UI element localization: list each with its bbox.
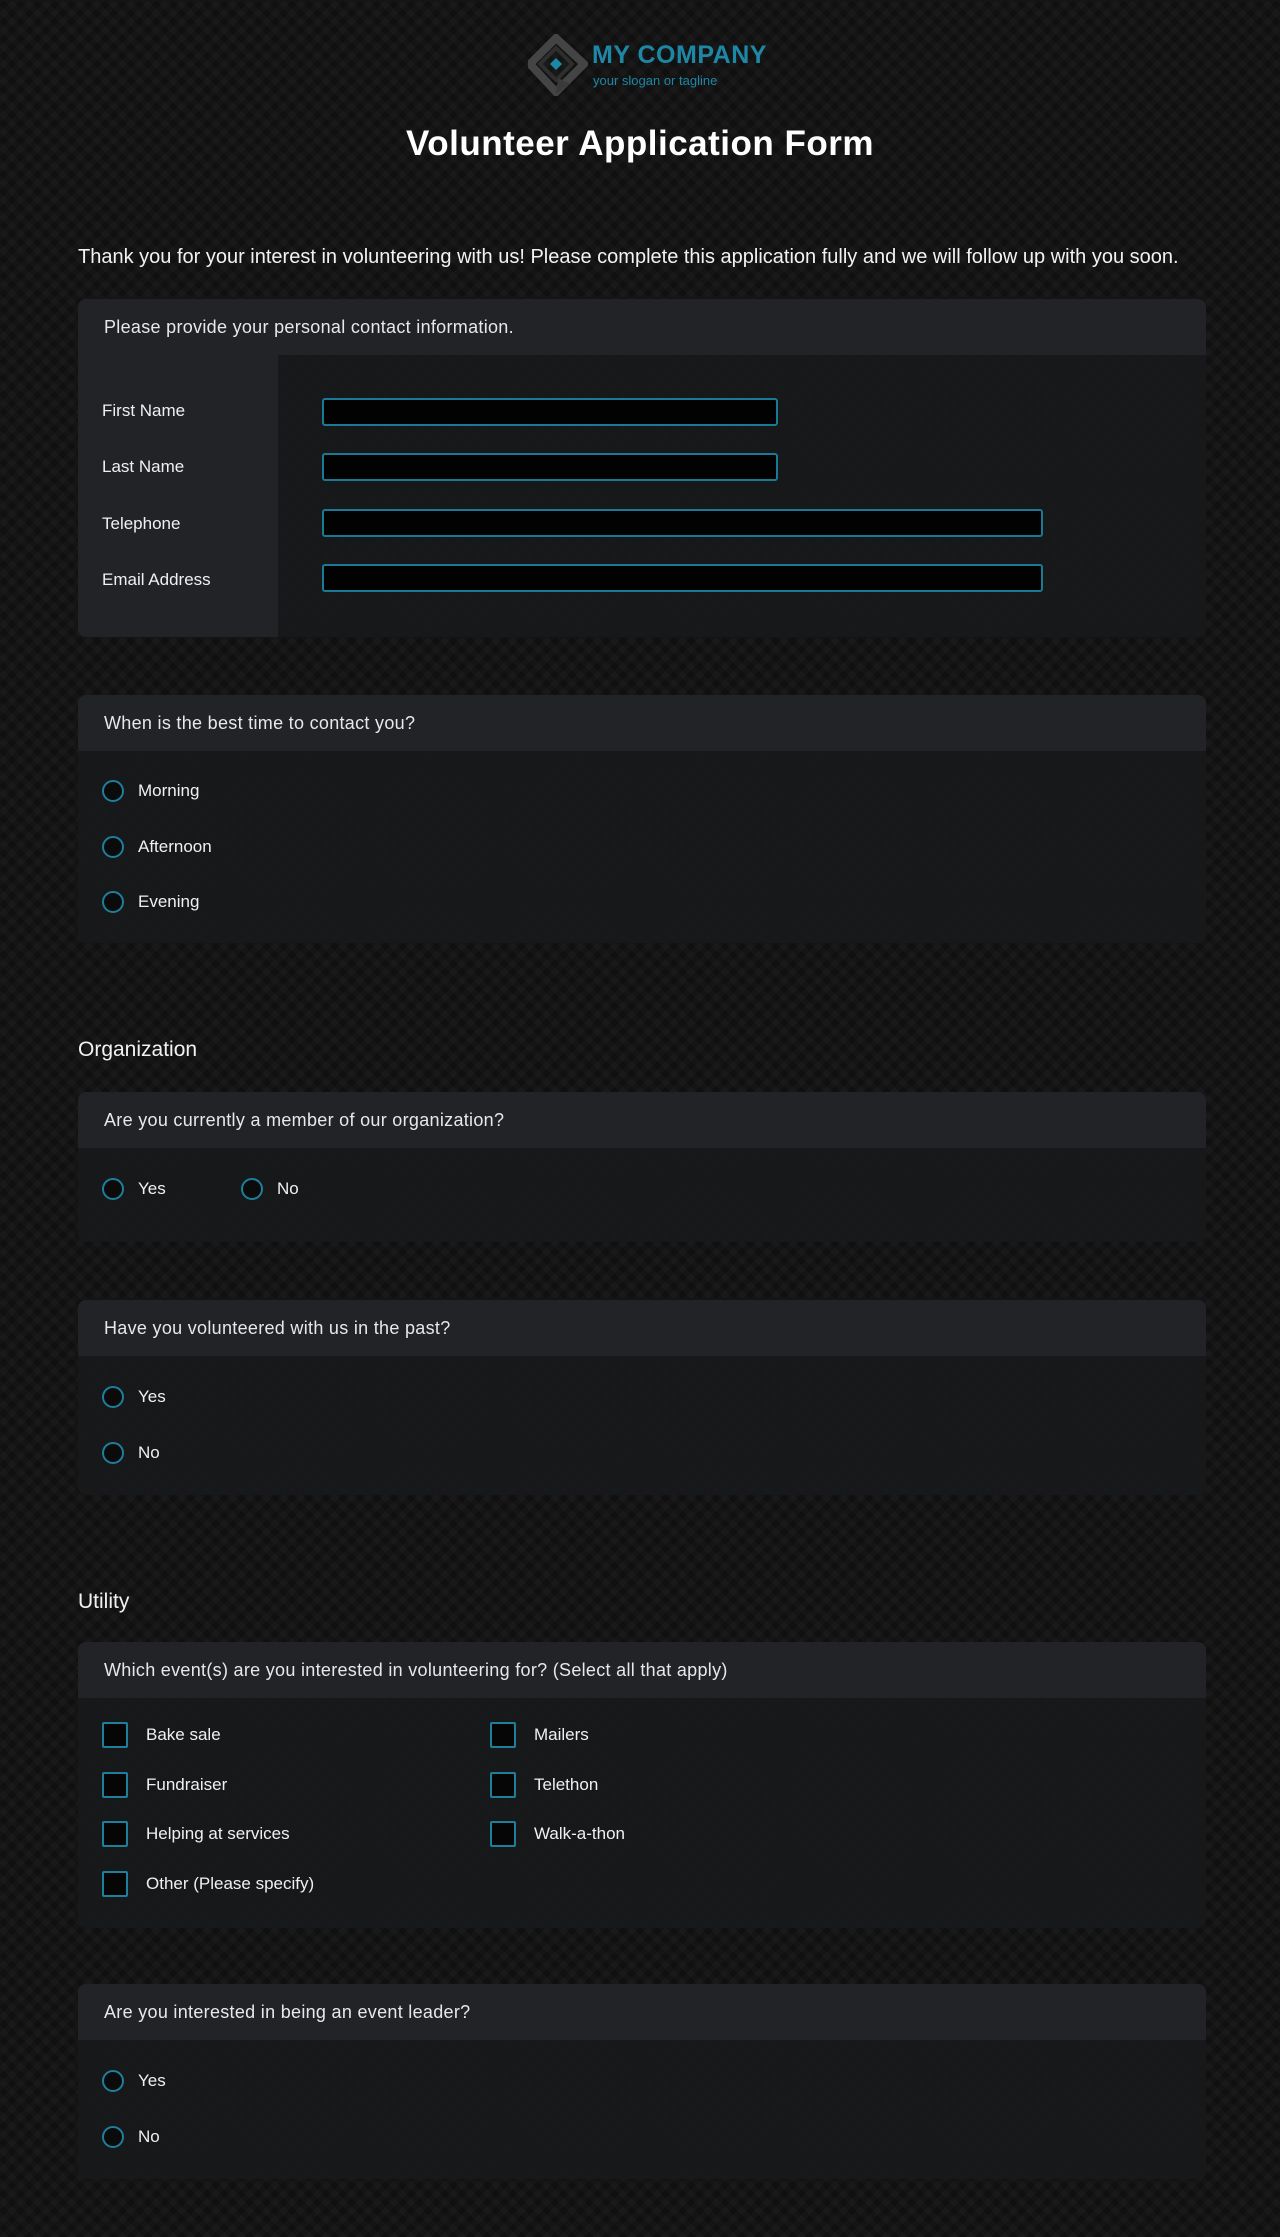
radio-button[interactable] <box>102 1178 124 1200</box>
contact-info-card: Please provide your personal contact inf… <box>78 299 1206 637</box>
checkbox-option-mailers[interactable]: Mailers <box>490 1722 589 1748</box>
radio-button[interactable] <box>102 1442 124 1464</box>
radio-button[interactable] <box>102 836 124 858</box>
email-input[interactable] <box>322 564 1043 592</box>
option-label: No <box>138 1443 160 1462</box>
company-logo: MY COMPANY your slogan or tagline <box>528 34 768 96</box>
checkbox-option-telethon[interactable]: Telethon <box>490 1772 598 1798</box>
radio-option-afternoon[interactable]: Afternoon <box>102 836 212 858</box>
diamond-logo-icon <box>528 34 588 96</box>
option-label: Morning <box>138 781 200 800</box>
radio-button[interactable] <box>102 2070 124 2092</box>
telephone-label: Telephone <box>102 514 181 533</box>
event-leader-question: Are you interested in being an event lea… <box>78 1984 1206 2040</box>
checkbox[interactable] <box>102 1871 128 1897</box>
last-name-label: Last Name <box>102 457 185 476</box>
past-volunteer-question: Have you volunteered with us in the past… <box>78 1300 1206 1356</box>
radio-button[interactable] <box>102 1386 124 1408</box>
option-label: No <box>277 1179 299 1198</box>
radio-option-evening[interactable]: Evening <box>102 891 199 913</box>
best-time-question: When is the best time to contact you? <box>78 695 1206 751</box>
past-volunteer-card: Have you volunteered with us in the past… <box>78 1300 1206 1495</box>
radio-option-past-yes[interactable]: Yes <box>102 1386 166 1408</box>
radio-button[interactable] <box>102 780 124 802</box>
checkbox-option-walk-a-thon[interactable]: Walk-a-thon <box>490 1821 625 1847</box>
option-label: Yes <box>138 2071 166 2090</box>
company-name: MY COMPANY <box>592 41 767 69</box>
radio-option-morning[interactable]: Morning <box>102 780 199 802</box>
checkbox-option-helping-at-services[interactable]: Helping at services <box>102 1821 290 1847</box>
company-tagline: your slogan or tagline <box>593 73 718 88</box>
checkbox[interactable] <box>490 1772 516 1798</box>
radio-option-leader-yes[interactable]: Yes <box>102 2070 166 2092</box>
radio-option-leader-no[interactable]: No <box>102 2126 160 2148</box>
option-label: Helping at services <box>146 1824 290 1843</box>
member-card: Are you currently a member of our organi… <box>78 1092 1206 1242</box>
option-label: Walk-a-thon <box>534 1824 626 1843</box>
telephone-input[interactable] <box>322 509 1043 537</box>
checkbox-option-other[interactable]: Other (Please specify) <box>102 1871 314 1897</box>
event-leader-card: Are you interested in being an event lea… <box>78 1984 1206 2179</box>
option-label: Fundraiser <box>146 1775 228 1794</box>
email-label: Email Address <box>102 570 211 589</box>
radio-button[interactable] <box>241 1178 263 1200</box>
checkbox-option-bake-sale[interactable]: Bake sale <box>102 1722 221 1748</box>
checkbox[interactable] <box>102 1722 128 1748</box>
events-card: Which event(s) are you interested in vol… <box>78 1642 1206 1928</box>
contact-info-heading: Please provide your personal contact inf… <box>78 299 1206 355</box>
checkbox[interactable] <box>490 1722 516 1748</box>
member-question: Are you currently a member of our organi… <box>78 1092 1206 1148</box>
radio-button[interactable] <box>102 2126 124 2148</box>
radio-option-member-yes[interactable]: Yes <box>102 1178 166 1200</box>
checkbox[interactable] <box>490 1821 516 1847</box>
option-label: Bake sale <box>146 1725 221 1744</box>
best-time-card: When is the best time to contact you? Mo… <box>78 695 1206 943</box>
option-label: Mailers <box>534 1725 589 1744</box>
events-question: Which event(s) are you interested in vol… <box>78 1642 1206 1698</box>
organization-heading: Organization <box>78 1038 198 1061</box>
option-label: Yes <box>138 1387 166 1406</box>
option-label: Telethon <box>534 1775 599 1794</box>
option-label: Yes <box>138 1179 166 1198</box>
last-name-input[interactable] <box>322 453 778 481</box>
intro-text: Thank you for your interest in volunteer… <box>78 246 1179 268</box>
label-column <box>78 355 278 637</box>
page-title: Volunteer Application Form <box>405 124 875 163</box>
utility-heading: Utility <box>78 1590 130 1613</box>
option-label: Evening <box>138 892 200 911</box>
option-label: Other (Please specify) <box>146 1874 315 1893</box>
radio-option-past-no[interactable]: No <box>102 1442 160 1464</box>
checkbox[interactable] <box>102 1821 128 1847</box>
option-label: No <box>138 2127 160 2146</box>
first-name-input[interactable] <box>322 398 778 426</box>
radio-option-member-no[interactable]: No <box>241 1178 299 1200</box>
option-label: Afternoon <box>138 837 212 856</box>
first-name-label: First Name <box>102 401 186 420</box>
checkbox-option-fundraiser[interactable]: Fundraiser <box>102 1772 227 1798</box>
radio-button[interactable] <box>102 891 124 913</box>
checkbox[interactable] <box>102 1772 128 1798</box>
